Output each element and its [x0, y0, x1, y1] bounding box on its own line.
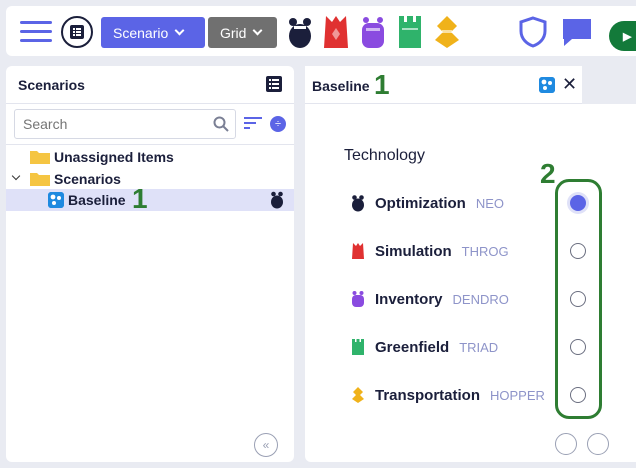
sort-icon[interactable]: [244, 116, 262, 130]
list-icon: [70, 25, 84, 39]
add-icon[interactable]: ÷: [270, 116, 286, 132]
chevron-down-icon[interactable]: [11, 171, 21, 181]
scenario-icon: [48, 192, 64, 208]
tech-code: DENDRO: [452, 291, 509, 307]
triad-icon: [352, 339, 364, 355]
tech-row-inventory[interactable]: Inventory DENDRO: [351, 284, 509, 314]
chevron-down-icon: [253, 25, 263, 36]
chevron-down-icon: [174, 25, 185, 36]
tab-strip: [582, 66, 636, 104]
list-view-button[interactable]: [61, 16, 93, 48]
scenario-dropdown[interactable]: Scenario: [101, 17, 205, 48]
collapse-panel-button[interactable]: «: [254, 433, 278, 457]
run-button[interactable]: ▶: [609, 21, 636, 51]
tech-row-transportation[interactable]: Transportation HOPPER: [351, 380, 545, 410]
hopper-icon: [352, 387, 364, 403]
folder-icon: [30, 173, 50, 186]
folder-icon: [30, 151, 50, 164]
tech-name: Transportation: [375, 386, 481, 404]
tech-name: Optimization: [375, 194, 466, 212]
menu-icon[interactable]: [20, 19, 52, 43]
grid-dropdown-label: Grid: [220, 24, 247, 41]
tech-row-optimization[interactable]: Optimization NEO: [351, 188, 504, 218]
divider: [6, 144, 294, 145]
divider: [6, 103, 294, 104]
annotation-highlight-box: [555, 179, 602, 419]
throg-icon: [352, 243, 364, 259]
neo-icon: [271, 191, 283, 209]
scenario-dropdown-label: Scenario: [113, 24, 169, 41]
tech-row-greenfield[interactable]: Greenfield TRIAD: [351, 332, 498, 362]
list-icon[interactable]: [266, 76, 282, 92]
tree-item-label: Scenarios: [54, 171, 121, 187]
tech-code: NEO: [475, 195, 504, 211]
tree-item-label: Unassigned Items: [54, 149, 174, 165]
triad-icon[interactable]: [396, 14, 424, 50]
top-toolbar: Scenario Grid ▶: [6, 6, 636, 56]
close-icon[interactable]: ✕: [562, 74, 577, 95]
run-icon: ▶: [623, 31, 632, 43]
scenarios-panel: Scenarios ÷ Unassigned Items Scenarios B…: [6, 66, 294, 462]
neo-icon: [352, 195, 364, 212]
dendro-icon: [352, 291, 364, 307]
tech-code: HOPPER: [490, 387, 545, 403]
tree-item-scenarios[interactable]: Scenarios: [6, 168, 294, 190]
scenario-icon: [539, 77, 555, 93]
grid-dropdown[interactable]: Grid: [208, 17, 277, 48]
tree-item-baseline[interactable]: Baseline: [6, 189, 294, 211]
section-title: Technology: [344, 147, 425, 164]
tech-row-simulation[interactable]: Simulation THROG: [351, 236, 509, 266]
refresh-button[interactable]: [555, 433, 577, 455]
shield-icon[interactable]: [519, 16, 547, 48]
hopper-icon[interactable]: [433, 14, 461, 50]
tech-name: Inventory: [375, 290, 443, 308]
annotation-marker: 2: [540, 158, 556, 189]
tab-baseline[interactable]: Baseline ✕: [305, 66, 582, 104]
search-input[interactable]: [14, 109, 236, 139]
tech-name: Greenfield: [375, 338, 450, 356]
panel-title: Scenarios: [18, 77, 85, 93]
neo-icon[interactable]: [286, 14, 314, 50]
search-icon[interactable]: [213, 116, 229, 132]
annotation-marker: 1: [132, 183, 148, 214]
annotation-marker: 1: [374, 69, 390, 100]
tree-item-label: Baseline: [68, 192, 126, 208]
tab-label: Baseline: [312, 78, 370, 94]
tech-name: Simulation: [375, 242, 452, 260]
throg-icon[interactable]: [322, 14, 350, 50]
tech-code: TRIAD: [459, 339, 499, 355]
chat-icon[interactable]: [560, 16, 594, 48]
dendro-icon[interactable]: [359, 14, 387, 50]
window-button[interactable]: [587, 433, 609, 455]
tech-code: THROG: [461, 243, 509, 259]
tree-item-unassigned[interactable]: Unassigned Items: [6, 146, 294, 168]
